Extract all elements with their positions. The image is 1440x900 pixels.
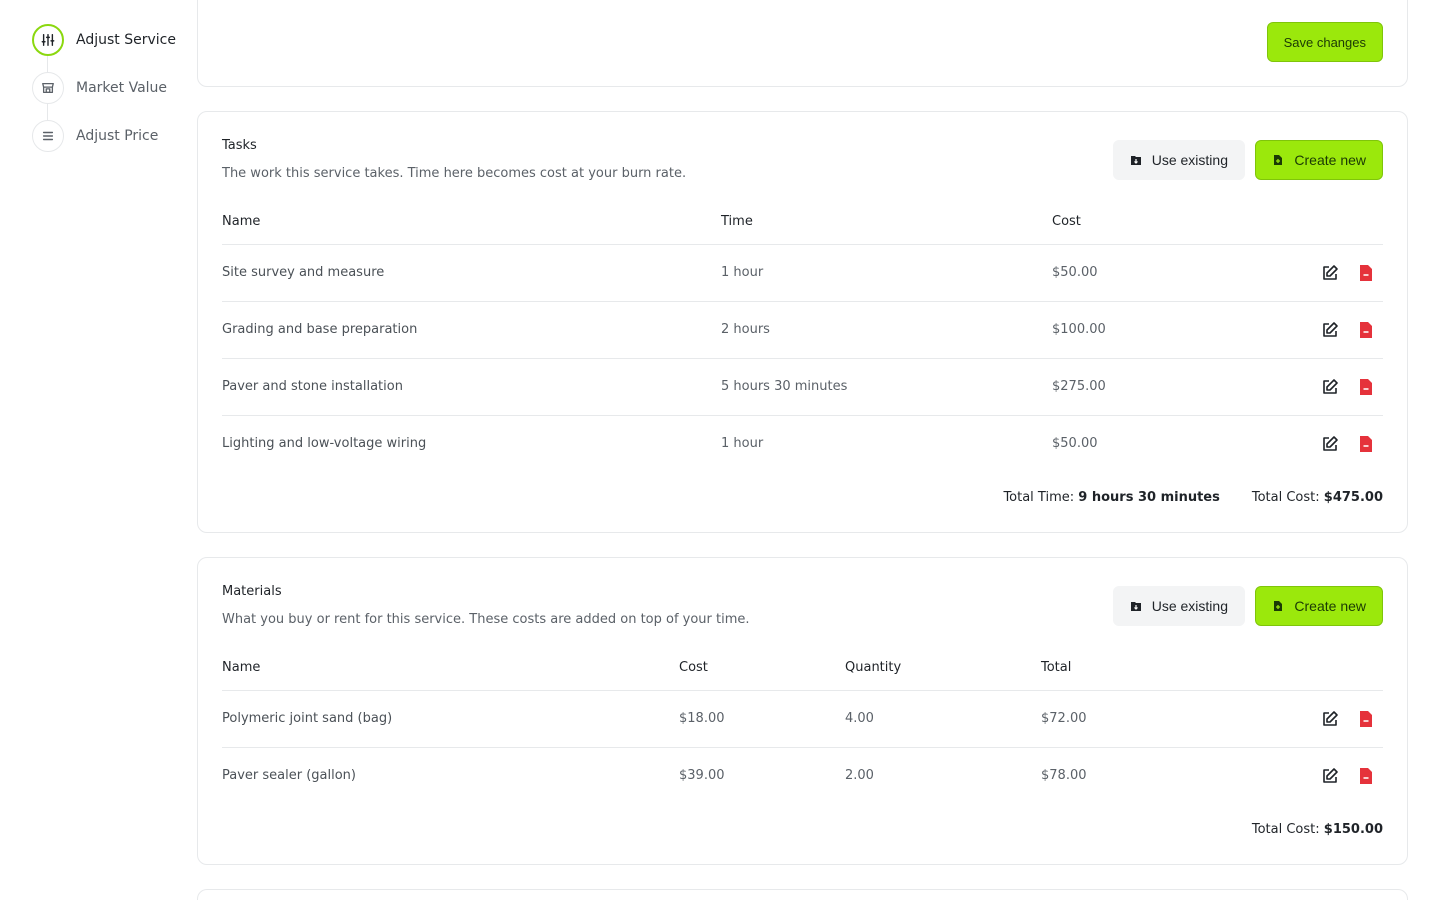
task-name: Paver and stone installation — [222, 379, 403, 394]
service-details-card: Save changes — [197, 0, 1408, 87]
step-label: Market Value — [76, 80, 168, 96]
table-row: Polymeric joint sand (bag) $18.00 4.00 $… — [222, 691, 1383, 748]
tasks-totals: Total Time: 9 hours 30 minutes Total Cos… — [1003, 490, 1383, 505]
material-total: $72.00 — [1041, 711, 1087, 726]
edit-icon[interactable] — [1321, 710, 1339, 728]
tasks-table-header: Name Time Cost — [222, 197, 1383, 245]
materials-use-existing-button[interactable]: Use existing — [1112, 586, 1245, 626]
task-name: Grading and base preparation — [222, 322, 418, 337]
delete-icon[interactable] — [1357, 378, 1375, 396]
materials-title: Materials — [222, 584, 282, 599]
button-label: Create new — [1294, 598, 1366, 614]
total-time-label: Total Time: — [1003, 490, 1075, 505]
material-quantity: 4.00 — [845, 711, 874, 726]
material-total: $78.00 — [1041, 768, 1087, 783]
task-name: Site survey and measure — [222, 265, 385, 280]
task-time: 1 hour — [721, 436, 764, 451]
step-adjust-service[interactable]: Adjust Service — [32, 24, 192, 56]
task-cost: $100.00 — [1052, 322, 1106, 337]
material-cost: $18.00 — [679, 711, 725, 726]
task-name: Lighting and low-voltage wiring — [222, 436, 427, 451]
materials-table-header: Name Cost Quantity Total — [222, 643, 1383, 691]
stepper-nav: Adjust Service Market Value Adjust Price — [32, 24, 192, 168]
materials-card: Materials What you buy or rent for this … — [197, 557, 1408, 865]
step-label: Adjust Service — [76, 32, 176, 48]
column-header: Name — [222, 214, 261, 229]
task-cost: $50.00 — [1052, 436, 1098, 451]
file-plus-icon — [1274, 155, 1283, 165]
edit-icon[interactable] — [1321, 767, 1339, 785]
total-time-value: 9 hours 30 minutes — [1078, 490, 1220, 505]
folder-download-icon — [1130, 602, 1141, 611]
edit-icon[interactable] — [1321, 435, 1339, 453]
column-header: Cost — [1052, 214, 1081, 229]
stack-icon — [32, 120, 64, 152]
edit-icon[interactable] — [1321, 264, 1339, 282]
save-changes-button[interactable]: Save changes — [1266, 22, 1383, 62]
task-cost: $275.00 — [1052, 379, 1106, 394]
file-plus-icon — [1274, 601, 1283, 611]
column-header: Quantity — [845, 660, 902, 675]
tasks-use-existing-button[interactable]: Use existing — [1112, 140, 1245, 180]
next-section-card — [197, 889, 1408, 900]
edit-icon[interactable] — [1321, 321, 1339, 339]
delete-icon[interactable] — [1357, 767, 1375, 785]
material-cost: $39.00 — [679, 768, 725, 783]
delete-icon[interactable] — [1357, 321, 1375, 339]
tasks-title: Tasks — [222, 138, 257, 153]
materials-totals: Total Cost: $150.00 — [1252, 822, 1383, 837]
folder-download-icon — [1130, 156, 1141, 165]
material-name: Paver sealer (gallon) — [222, 768, 356, 783]
column-header: Total — [1041, 660, 1072, 675]
materials-create-new-button[interactable]: Create new — [1255, 586, 1383, 626]
tasks-card: Tasks The work this service takes. Time … — [197, 111, 1408, 533]
task-cost: $50.00 — [1052, 265, 1098, 280]
sliders-icon — [32, 24, 64, 56]
table-row: Lighting and low-voltage wiring 1 hour $… — [222, 416, 1383, 473]
storefront-icon — [32, 72, 64, 104]
total-cost-value: $150.00 — [1323, 822, 1383, 837]
tasks-description: The work this service takes. Time here b… — [222, 166, 687, 181]
total-cost-label: Total Cost: — [1251, 822, 1320, 837]
stepper-connector — [47, 56, 48, 72]
step-market-value[interactable]: Market Value — [32, 72, 192, 104]
total-cost-label: Total Cost: — [1251, 490, 1320, 505]
step-adjust-price[interactable]: Adjust Price — [32, 120, 192, 152]
delete-icon[interactable] — [1357, 264, 1375, 282]
material-name: Polymeric joint sand (bag) — [222, 711, 393, 726]
button-label: Use existing — [1151, 152, 1228, 168]
delete-icon[interactable] — [1357, 710, 1375, 728]
column-header: Time — [721, 214, 753, 229]
stepper-connector — [47, 104, 48, 120]
column-header: Cost — [679, 660, 708, 675]
table-row: Paver and stone installation 5 hours 30 … — [222, 359, 1383, 416]
table-row: Paver sealer (gallon) $39.00 2.00 $78.00 — [222, 748, 1383, 805]
button-label: Create new — [1294, 152, 1366, 168]
table-row: Grading and base preparation 2 hours $10… — [222, 302, 1383, 359]
tasks-create-new-button[interactable]: Create new — [1255, 140, 1383, 180]
task-time: 2 hours — [721, 322, 770, 337]
task-time: 5 hours 30 minutes — [721, 379, 848, 394]
total-cost-value: $475.00 — [1323, 490, 1383, 505]
task-time: 1 hour — [721, 265, 764, 280]
material-quantity: 2.00 — [845, 768, 874, 783]
step-label: Adjust Price — [76, 128, 159, 144]
delete-icon[interactable] — [1357, 435, 1375, 453]
edit-icon[interactable] — [1321, 378, 1339, 396]
table-row: Site survey and measure 1 hour $50.00 — [222, 245, 1383, 302]
button-label: Use existing — [1151, 598, 1228, 614]
total-cost: Total Cost: $150.00 — [1252, 822, 1383, 837]
materials-description: What you buy or rent for this service. T… — [222, 612, 750, 627]
total-time: Total Time: 9 hours 30 minutes — [1003, 490, 1219, 505]
total-cost: Total Cost: $475.00 — [1252, 490, 1383, 505]
column-header: Name — [222, 660, 261, 675]
